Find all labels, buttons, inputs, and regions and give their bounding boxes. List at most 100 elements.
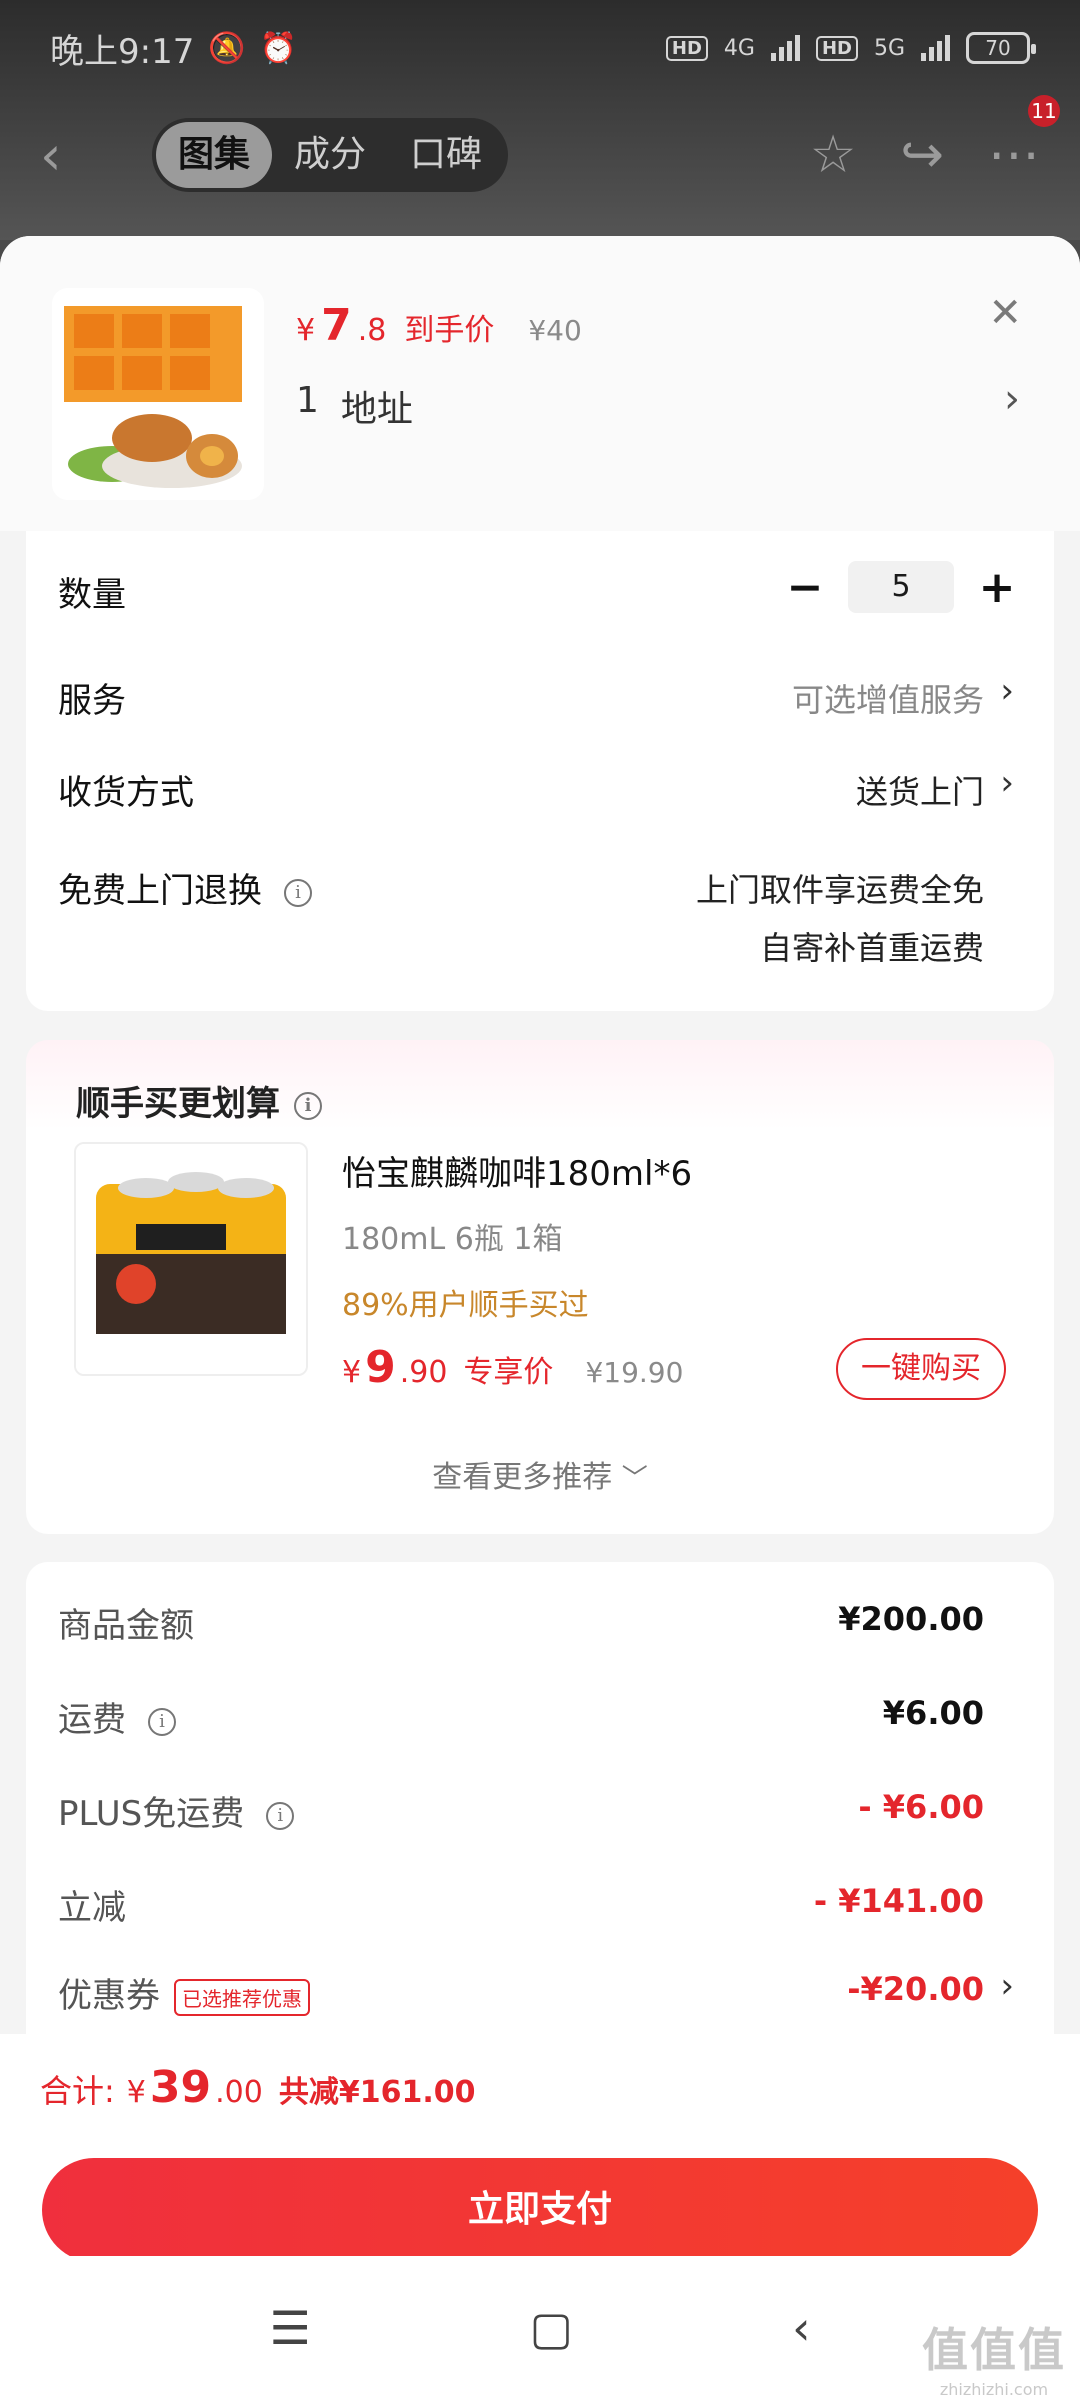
battery-icon: 70 (966, 32, 1036, 64)
price-integer: 9 (365, 1342, 396, 1393)
address-number: 1 (296, 380, 319, 421)
back-nav-icon[interactable]: ‹ (792, 2301, 810, 2355)
recommendation-stat: 89%用户顺手买过 (342, 1288, 589, 1323)
plus-free-shipping-value: - ¥6.00 (858, 1788, 984, 1826)
address-label: 地址 (340, 389, 413, 430)
service-label: 服务 (58, 681, 126, 721)
info-icon[interactable]: i (294, 1091, 322, 1120)
service-value[interactable]: 可选增值服务 (792, 675, 984, 721)
total-integer: 39 (149, 2062, 212, 2113)
final-price-tag: 到手价 (404, 313, 495, 348)
alarm-icon: ⏰ (259, 30, 298, 66)
share-icon[interactable]: ↪ (900, 125, 944, 185)
coupon-label-text: 优惠券 (58, 1976, 160, 2016)
tab-gallery[interactable]: 图集 (156, 122, 273, 188)
product-header: ¥ 7 .8 到手价 ¥40 1 地址 ✕ › (0, 236, 1080, 531)
order-options: 数量 − 5 + 服务 可选增值服务 › 收货方式 送货上门 › 免费上门退换 i… (26, 531, 1054, 1011)
recommendation-name[interactable]: 怡宝麒麟咖啡180ml*6 (342, 1146, 692, 1195)
info-icon[interactable]: i (266, 1801, 295, 1830)
status-bar: 晚上9:17 🔕 ⏰ HD 4G HD 5G 70 (0, 0, 1080, 96)
pay-now-button[interactable]: 立即支付 (42, 2158, 1038, 2262)
recommendation-title-text: 顺手买更划算 (76, 1084, 280, 1124)
signal-icon (770, 35, 800, 61)
currency-symbol: ¥ (126, 2075, 146, 2110)
back-icon[interactable]: ‹ (40, 124, 100, 187)
return-label: 免费上门退换 i (58, 863, 312, 912)
chevron-right-icon[interactable]: › (1000, 763, 1014, 803)
hd-icon: HD (665, 35, 708, 61)
shipping-label-text: 运费 (58, 1700, 126, 1740)
increase-button[interactable]: + (976, 562, 1018, 613)
info-icon[interactable]: i (284, 878, 312, 907)
product-image (52, 288, 264, 500)
quantity-input[interactable]: 5 (848, 561, 954, 613)
chevron-right-icon[interactable]: › (1000, 1966, 1014, 2006)
return-label-text: 免费上门退换 (58, 871, 262, 911)
tab-reviews[interactable]: 口碑 (388, 122, 504, 188)
goods-amount-value: ¥200.00 (838, 1600, 984, 1638)
status-time: 晚上9:17 (50, 31, 195, 72)
quantity-stepper: − 5 + (784, 561, 1018, 613)
network-4g-label: 4G (723, 35, 755, 61)
top-nav: ‹ 图集 成分 口碑 ☆ ↪ ⋯ 11 (0, 95, 1080, 200)
coupon-value[interactable]: -¥20.00 (847, 1970, 984, 2008)
address-selector[interactable]: 1 地址 (296, 380, 413, 432)
more-recommendations-label: 查看更多推荐 (432, 1460, 613, 1495)
favorite-star-icon[interactable]: ☆ (810, 125, 857, 185)
close-icon[interactable]: ✕ (988, 290, 1022, 336)
recommendation-title: 顺手买更划算 i (76, 1076, 322, 1125)
original-price: ¥40 (528, 314, 582, 347)
price-decimal: .8 (357, 313, 387, 348)
price-decimal: .90 (399, 1355, 448, 1390)
instant-discount-label: 立减 (58, 1888, 126, 1928)
exclusive-price-tag: 专享价 (463, 1355, 554, 1390)
home-icon[interactable]: ▢ (530, 2301, 573, 2355)
one-click-buy-button[interactable]: 一键购买 (836, 1338, 1006, 1400)
goods-amount-label: 商品金额 (58, 1606, 194, 1646)
more-button[interactable]: ⋯ 11 (988, 95, 1060, 185)
notification-badge: 11 (1028, 95, 1060, 127)
quantity-label: 数量 (58, 575, 126, 615)
chevron-down-icon: ﹀ (621, 1464, 648, 1494)
info-icon[interactable]: i (148, 1707, 176, 1736)
delivery-label: 收货方式 (58, 773, 194, 813)
price-summary: 商品金额 ¥200.00 运费 i ¥6.00 PLUS免运费 i - ¥6.00 … (26, 1562, 1054, 2082)
plus-label-text: PLUS免运费 (58, 1794, 245, 1834)
checkout-sheet: ¥ 7 .8 到手价 ¥40 1 地址 ✕ › 数量 − 5 + 服务 可选增值… (0, 236, 1080, 2400)
recommendation-spec: 180mL 6瓶 1箱 (342, 1222, 563, 1257)
decrease-button[interactable]: − (784, 562, 826, 613)
price-integer: 7 (321, 300, 352, 351)
currency-symbol: ¥ (342, 1355, 362, 1390)
watermark-text: 值值值 (922, 2323, 1066, 2377)
signal-icon (921, 35, 950, 61)
currency-symbol: ¥ (296, 313, 316, 348)
plus-free-shipping-label: PLUS免运费 i (58, 1786, 295, 1835)
tab-switcher: 图集 成分 口碑 (152, 118, 509, 192)
menu-icon[interactable]: ☰ (269, 2301, 310, 2355)
shipping-label: 运费 i (58, 1692, 176, 1741)
total-decimal: .00 (215, 2075, 263, 2110)
recommendation-image[interactable] (74, 1142, 308, 1376)
total-amount: 合计: ¥ 39 .00 共减¥161.00 (40, 2062, 475, 2113)
tab-ingredients[interactable]: 成分 (272, 122, 388, 188)
recommendation-price: ¥ 9 .90 专享价 ¥19.90 (342, 1342, 683, 1393)
more-dots-icon: ⋯ (988, 125, 1040, 185)
coupon-label[interactable]: 优惠券 已选推荐优惠 (58, 1968, 310, 2017)
chevron-right-icon[interactable]: › (1000, 671, 1014, 711)
watermark: 值值值 zhizhizhi.com (922, 2314, 1066, 2399)
hd-icon: HD (815, 35, 858, 61)
coupon-tag: 已选推荐优惠 (174, 1979, 310, 2016)
total-saved: 共减¥161.00 (278, 2075, 476, 2110)
delivery-value[interactable]: 送货上门 (856, 767, 984, 813)
product-price: ¥ 7 .8 到手价 ¥40 (296, 300, 582, 351)
total-label: 合计: (40, 2072, 115, 2110)
instant-discount-value: - ¥141.00 (813, 1882, 984, 1920)
chevron-right-icon[interactable]: › (1004, 376, 1020, 422)
more-recommendations-link[interactable]: 查看更多推荐 ﹀ (26, 1452, 1054, 1496)
mute-icon: 🔕 (208, 30, 246, 66)
watermark-url: zhizhizhi.com (939, 2380, 1049, 2399)
network-5g-label: 5G (873, 35, 905, 61)
system-navigation-bar: ☰ ▢ ‹ (0, 2256, 1080, 2400)
shipping-value: ¥6.00 (882, 1694, 984, 1732)
recommendation-card: 顺手买更划算 i 怡宝麒麟咖啡180ml*6 180mL 6瓶 1箱 89%用户顺… (26, 1040, 1054, 1534)
